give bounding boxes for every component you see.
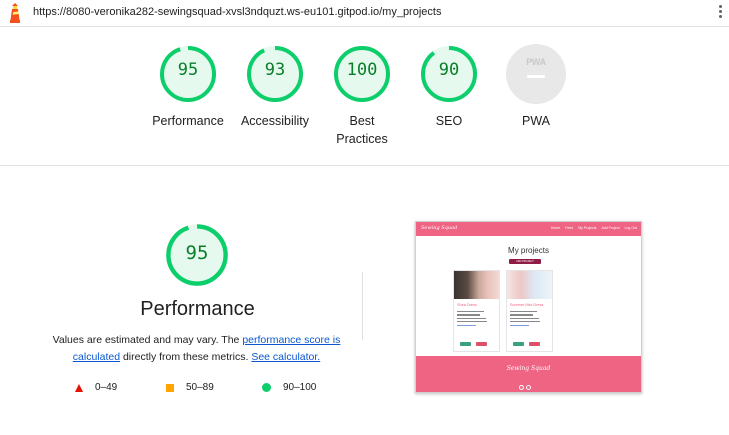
pwa-dash-icon (527, 75, 545, 78)
red-triangle-icon (75, 383, 83, 392)
orange-square-icon (166, 383, 174, 392)
pwa-badge-icon: PWA (506, 44, 566, 104)
gauge-accessibility[interactable]: 93 Accessibility (230, 44, 320, 130)
gauge-seo[interactable]: 90 SEO (404, 44, 494, 130)
gauge-pwa[interactable]: PWA PWA (491, 44, 581, 130)
thumb-card-title: Shea Dress (457, 303, 477, 307)
thumb-delete-button (476, 342, 487, 346)
green-circle-icon (262, 383, 271, 392)
legend-pass: 90–100 (262, 382, 316, 393)
gauge-score: 90 (438, 60, 460, 80)
thumb-nav-links: Home Feed My Projects Add Project Log Ou… (547, 226, 637, 230)
thumb-heading: My projects (508, 246, 549, 255)
thumb-nav-link: Add Project (601, 226, 620, 230)
thumb-add-project-button: ADD PROJECT (509, 259, 541, 264)
thumb-navbar: Sewing Squad Home Feed My Projects Add P… (416, 222, 641, 236)
thumb-project-card: Shea Dress (453, 270, 500, 352)
performance-note: Values are estimated and may vary. The p… (30, 332, 363, 366)
gauge-label: SEO (435, 114, 463, 128)
score-summary: 95 Performance 93 Accessibility 100 Best… (0, 28, 729, 166)
gauge-label: PWA (521, 114, 550, 128)
thumb-card-image (507, 271, 552, 299)
thumb-nav-link: My Projects (578, 226, 597, 230)
thumb-card-image (454, 271, 499, 299)
thumb-footer-brand: Sewing Squad (506, 365, 551, 372)
gauge-score: 100 (346, 60, 378, 80)
divider (362, 272, 363, 340)
legend-range: 90–100 (283, 382, 317, 393)
thumb-social-icons (518, 377, 532, 392)
url-bar: https://8080-veronika282-sewingsquad-xvs… (0, 0, 729, 27)
see-calculator-link[interactable]: See calculator. (251, 351, 320, 363)
more-options-icon[interactable] (716, 4, 724, 22)
legend-range: 0–49 (95, 382, 118, 393)
legend-fail: 0–49 (75, 382, 117, 393)
gauge-label-line: Best (349, 114, 375, 128)
gauge-score: 93 (264, 60, 286, 80)
thumb-card-title: Summer Mini Dress (510, 303, 544, 307)
performance-title: Performance (140, 298, 255, 320)
page-screenshot-thumbnail[interactable]: Sewing Squad Home Feed My Projects Add P… (415, 221, 642, 393)
pwa-badge-text: PWA (526, 57, 546, 67)
thumb-nav-link: Feed (565, 226, 574, 230)
thumb-footer: Sewing Squad (416, 356, 641, 392)
thumb-nav-link: Log Out (624, 226, 637, 230)
legend-range: 50–89 (186, 382, 214, 393)
thumb-edit-button (460, 342, 471, 346)
note-text: directly from these metrics. (120, 351, 252, 363)
gauge-best-practices[interactable]: 100 Best Practices (317, 44, 407, 148)
lighthouse-icon (10, 3, 20, 23)
gauge-score: 95 (177, 60, 199, 80)
gauge-performance[interactable]: 95 Performance (143, 44, 233, 130)
gauge-label-line: Practices (336, 132, 388, 146)
gauge-label: Best Practices (317, 112, 407, 148)
thumb-edit-button (513, 342, 524, 346)
thumb-project-card: Summer Mini Dress (506, 270, 553, 352)
page-url[interactable]: https://8080-veronika282-sewingsquad-xvs… (33, 6, 441, 18)
legend-average: 50–89 (166, 382, 214, 393)
performance-score: 95 (185, 242, 209, 264)
thumb-card-text (457, 311, 495, 328)
note-text: Values are estimated and may vary. The (52, 334, 243, 346)
thumb-brand: Sewing Squad (421, 225, 458, 231)
gauge-label: Accessibility (240, 114, 310, 128)
thumb-card-text (510, 311, 548, 328)
gauge-label: Performance (152, 114, 224, 128)
thumb-nav-link: Home (550, 226, 561, 230)
thumb-delete-button (529, 342, 540, 346)
